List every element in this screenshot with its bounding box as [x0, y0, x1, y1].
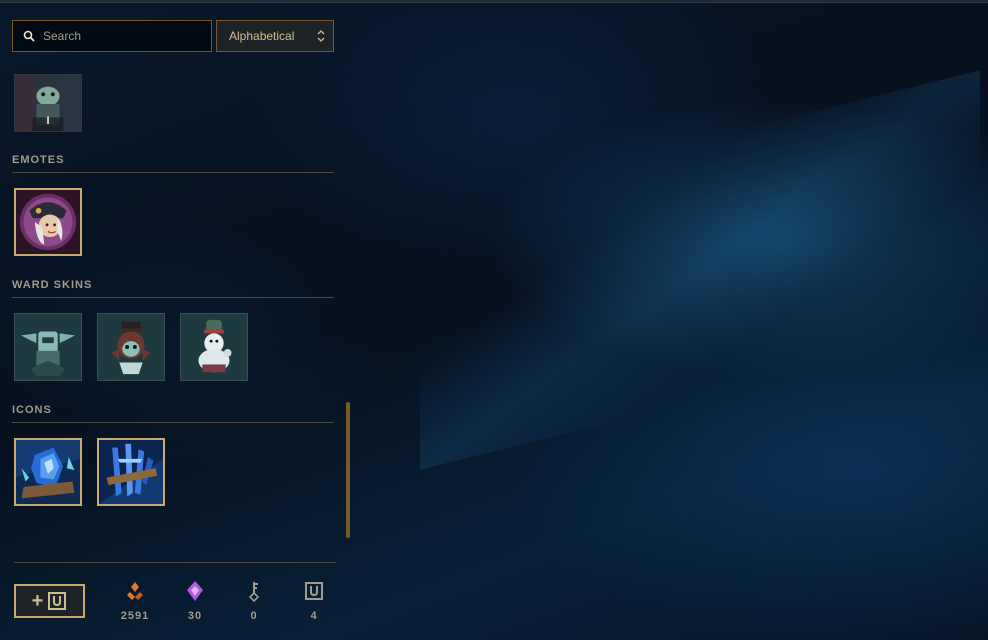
chests-value: 4: [310, 610, 318, 622]
search-input[interactable]: [43, 29, 203, 43]
keys-value: 0: [250, 610, 258, 622]
search-box[interactable]: [12, 20, 212, 52]
section-title-emotes: EMOTES: [12, 154, 334, 173]
orange-essence-value: 2591: [120, 610, 150, 622]
loot-item-ward-skin[interactable]: [97, 313, 165, 381]
currency-keys: 0: [234, 580, 274, 622]
loot-item-icon[interactable]: [14, 438, 82, 506]
tier-badge: I: [46, 115, 50, 127]
scrollbar-thumb[interactable]: [346, 402, 350, 538]
plus-symbol: +: [31, 589, 44, 612]
loot-item-ward-skin[interactable]: [14, 313, 82, 381]
open-loot-button[interactable]: +: [14, 584, 85, 618]
section-title-icons: ICONS: [12, 404, 334, 423]
ward-skin-thumbnail: [15, 314, 81, 380]
loot-item-ward-skin[interactable]: [180, 313, 248, 381]
search-icon: [23, 30, 35, 42]
mythic-essence-value: 30: [187, 610, 203, 622]
summoner-icon-thumbnail: [16, 440, 80, 504]
loot-item-emote[interactable]: [14, 188, 82, 256]
sort-dropdown[interactable]: Alphabetical: [216, 20, 334, 52]
footer-divider: [14, 562, 336, 563]
chest-icon: [305, 582, 323, 600]
key-icon: [248, 582, 260, 602]
loot-item-icon[interactable]: [97, 438, 165, 506]
summoner-icon-thumbnail: [99, 440, 163, 504]
loot-panel: Alphabetical I EMOTES: [0, 0, 352, 640]
loot-chest-icon: [48, 592, 67, 610]
section-title-ward-skins: WARD SKINS: [12, 279, 334, 298]
ward-skin-thumbnail: [181, 314, 247, 380]
currency-orange-essence: 2591: [115, 580, 155, 622]
currency-chests: 4: [294, 580, 334, 622]
orange-essence-icon: [127, 582, 143, 600]
currency-mythic-essence: 30: [175, 580, 215, 622]
mythic-essence-icon: [187, 581, 203, 601]
emote-thumbnail: [16, 190, 80, 254]
ward-skin-thumbnail: [98, 314, 164, 380]
sort-selected-value: Alphabetical: [229, 29, 295, 43]
loot-item-skin[interactable]: I: [14, 74, 82, 132]
chevron-updown-icon: [317, 30, 325, 42]
